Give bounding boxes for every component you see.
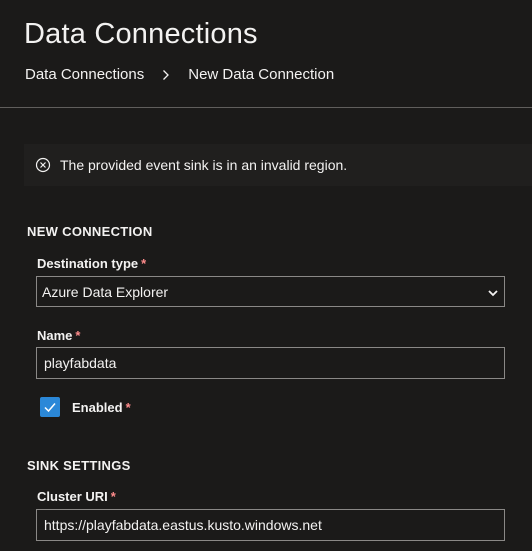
section-title-new-connection: NEW CONNECTION bbox=[27, 224, 153, 239]
breadcrumb-current: New Data Connection bbox=[188, 66, 335, 83]
required-indicator: * bbox=[125, 399, 131, 415]
destination-type-selected-value: Azure Data Explorer bbox=[42, 283, 169, 300]
cluster-uri-input[interactable] bbox=[36, 509, 505, 541]
required-indicator: * bbox=[110, 489, 116, 504]
required-indicator: * bbox=[141, 256, 147, 271]
name-input[interactable] bbox=[36, 347, 505, 379]
enabled-label: Enabled * bbox=[72, 399, 131, 415]
chevron-right-icon bbox=[160, 67, 172, 83]
checkmark-icon bbox=[44, 403, 56, 413]
error-circle-icon bbox=[35, 157, 51, 173]
page-header: Data Connections Data Connections New Da… bbox=[0, 0, 532, 108]
cluster-uri-label: Cluster URI * bbox=[37, 489, 116, 504]
chevron-down-icon bbox=[487, 286, 499, 298]
required-indicator: * bbox=[75, 328, 81, 343]
enabled-checkbox-row[interactable]: Enabled * bbox=[40, 397, 131, 417]
enabled-checkbox[interactable] bbox=[40, 397, 60, 417]
breadcrumb-link-data-connections[interactable]: Data Connections bbox=[25, 66, 144, 83]
breadcrumb: Data Connections New Data Connection bbox=[25, 66, 334, 83]
name-label: Name * bbox=[37, 328, 81, 343]
section-title-sink-settings: SINK SETTINGS bbox=[27, 458, 131, 473]
page-title: Data Connections bbox=[24, 18, 258, 50]
error-message-text: The provided event sink is in an invalid… bbox=[60, 157, 348, 173]
destination-type-select[interactable]: Azure Data Explorer bbox=[36, 276, 505, 307]
page: Data Connections Data Connections New Da… bbox=[0, 0, 532, 551]
error-message-bar: The provided event sink is in an invalid… bbox=[24, 144, 532, 186]
destination-type-label: Destination type * bbox=[37, 256, 147, 271]
